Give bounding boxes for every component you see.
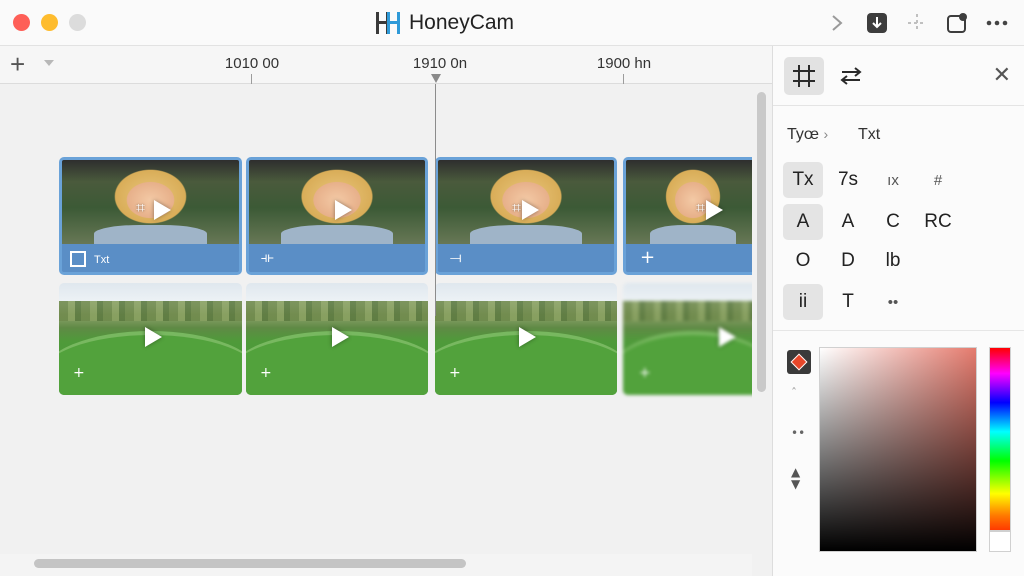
add-track-button[interactable]: +: [10, 51, 25, 77]
font-button[interactable]: D: [828, 243, 868, 279]
ruler-tick-label: 1010 00: [224, 55, 280, 72]
font-button[interactable]: A: [783, 204, 823, 240]
breadcrumb-type-label: Tyœ: [787, 126, 819, 143]
video-clip[interactable]: +: [59, 283, 242, 395]
video-clip[interactable]: +: [435, 283, 617, 395]
font-button[interactable]: O: [783, 243, 823, 279]
app-title: HoneyCam: [376, 10, 514, 36]
timeline[interactable]: + 1010 00 1910 0n 1900 hn ⌗ Txt ⟛ ⌗ ⟞ ⌗ …: [0, 46, 772, 576]
text-style-button[interactable]: 7s: [828, 162, 868, 198]
zoom-window-button[interactable]: [69, 14, 86, 31]
ruler-tick-label: 1900 hn: [596, 55, 652, 72]
chevron-down-icon[interactable]: [44, 60, 54, 66]
add-icon[interactable]: +: [260, 365, 272, 381]
add-icon[interactable]: +: [640, 247, 655, 268]
play-icon[interactable]: [154, 200, 171, 220]
clip-strip: [249, 244, 425, 272]
more-dots-icon[interactable]: ••: [791, 426, 805, 440]
minimize-window-button[interactable]: [41, 14, 58, 31]
crop-center-icon: ⌗: [696, 198, 706, 217]
color-saturation-picker[interactable]: [819, 347, 977, 552]
play-icon[interactable]: [519, 327, 536, 347]
play-icon[interactable]: [335, 200, 352, 220]
crop-center-icon: ⌗: [136, 198, 146, 217]
toolbar-right: [824, 10, 1010, 36]
clip-strip: [438, 244, 614, 272]
text-style-button[interactable]: Tx: [783, 162, 823, 198]
split-handle-icon[interactable]: ⟞: [450, 250, 462, 266]
clip-thumbnail: [626, 160, 752, 247]
inspector-panel: ✕ Tyœ › Txt Tx 7s ıx # A A C RC O D lb i…: [772, 46, 1024, 576]
close-panel-button[interactable]: ✕: [993, 64, 1011, 86]
play-icon[interactable]: [332, 327, 349, 347]
vertical-scrollbar[interactable]: [757, 92, 766, 392]
honeycam-logo-icon: [376, 12, 401, 34]
crop-center-icon: ⌗: [512, 198, 522, 217]
hue-slider[interactable]: [989, 347, 1011, 531]
adjust-tab-icon[interactable]: [831, 57, 871, 95]
video-clip[interactable]: ⌗ +: [623, 157, 752, 275]
panel-header: ✕: [773, 46, 1024, 106]
time-ruler[interactable]: + 1010 00 1910 0n 1900 hn: [0, 46, 772, 84]
clip-thumbnail: [62, 160, 239, 247]
panel-divider: [773, 330, 1024, 331]
text-style-button[interactable]: ıx: [873, 162, 913, 198]
ruler-tick-label: 1910 0n: [412, 55, 468, 72]
video-clip[interactable]: +: [246, 283, 428, 395]
color-swatch[interactable]: [787, 350, 811, 374]
breadcrumb-current: Txt: [858, 126, 881, 143]
more-dots-icon[interactable]: [984, 10, 1010, 36]
horizontal-scrollbar[interactable]: [34, 559, 466, 568]
close-window-button[interactable]: [13, 14, 30, 31]
play-icon[interactable]: [706, 200, 723, 220]
breadcrumb-type[interactable]: Tyœ ›: [787, 126, 828, 144]
share-window-icon[interactable]: [944, 10, 970, 36]
font-button[interactable]: ••: [873, 284, 913, 320]
diamond-icon: [790, 353, 808, 371]
app-title-text: HoneyCam: [409, 11, 515, 34]
ruler-tick: [623, 74, 624, 84]
play-icon[interactable]: [522, 200, 539, 220]
move-icon[interactable]: [904, 10, 930, 36]
video-clip[interactable]: ⌗ ⟞: [435, 157, 617, 275]
font-button[interactable]: A: [828, 204, 868, 240]
playhead-line[interactable]: [435, 84, 436, 316]
add-icon[interactable]: +: [639, 365, 651, 381]
video-clip[interactable]: ⌗ Txt: [59, 157, 242, 275]
playhead-handle[interactable]: [431, 74, 441, 83]
add-icon[interactable]: +: [73, 365, 85, 381]
clip-strip: [62, 244, 239, 272]
breadcrumb-separator: ›: [823, 126, 829, 142]
split-handle-icon[interactable]: ⟛: [261, 250, 274, 266]
font-button[interactable]: RC: [918, 204, 958, 240]
crop-icon: [70, 251, 86, 267]
title-bar: HoneyCam: [0, 0, 1024, 46]
alpha-swatch[interactable]: [989, 531, 1011, 552]
chevron-right-icon[interactable]: [824, 10, 850, 36]
play-icon[interactable]: [145, 327, 162, 347]
crop-tab-icon[interactable]: [784, 57, 824, 95]
font-button[interactable]: T: [828, 284, 868, 320]
add-icon[interactable]: +: [449, 365, 461, 381]
video-clip[interactable]: +: [623, 283, 752, 395]
font-button[interactable]: lb: [873, 243, 913, 279]
text-style-button[interactable]: #: [918, 162, 958, 198]
play-icon[interactable]: [719, 327, 736, 347]
ruler-tick: [251, 74, 252, 84]
chevron-up-icon[interactable]: ˆ: [791, 386, 797, 400]
download-box-icon[interactable]: [864, 10, 890, 36]
font-button[interactable]: ii: [783, 284, 823, 320]
video-clip[interactable]: ⟛: [246, 157, 428, 275]
stepper-arrows-icon[interactable]: ▲ ▼: [791, 466, 800, 490]
font-button[interactable]: C: [873, 204, 913, 240]
track-area[interactable]: ⌗ Txt ⟛ ⌗ ⟞ ⌗ + + + + +: [0, 84, 752, 554]
clip-caption: Txt: [94, 254, 110, 266]
